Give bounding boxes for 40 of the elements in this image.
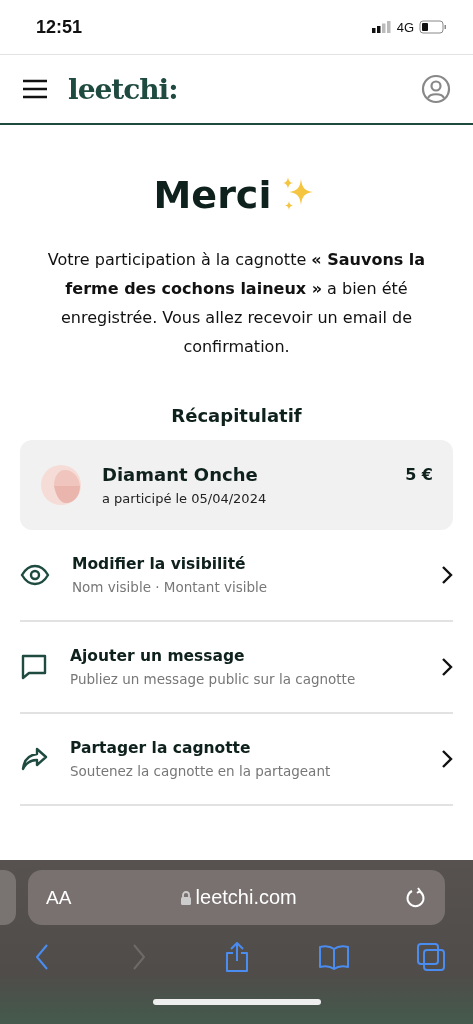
action-subtitle: Soutenez la cagnotte en la partageant: [70, 763, 332, 779]
chevron-icon: [441, 565, 453, 585]
page-title: Merci: [153, 173, 272, 217]
speech-bubble-icon: [20, 653, 48, 681]
contribution-amount: 5 €: [405, 465, 433, 484]
eye-icon: [20, 564, 50, 586]
book-icon: [317, 944, 350, 970]
previous-tab-edge[interactable]: [0, 870, 16, 925]
text-size-button[interactable]: AA: [46, 886, 72, 909]
leetchi-logo[interactable]: leetchi:: [68, 72, 401, 106]
url-text: leetchi.com: [195, 886, 297, 909]
account-icon[interactable]: [421, 74, 451, 104]
status-time: 12:51: [36, 16, 83, 38]
network-label: 4G: [396, 19, 414, 35]
address-bar[interactable]: AA leetchi.com: [28, 870, 445, 925]
share-icon: [223, 941, 250, 973]
action-subtitle: Publiez un message public sur la cagnotte: [70, 671, 357, 687]
confirmation-message: Votre participation à la cagnotte « Sauvons la ferme des cochons laineux » a bien été enregistrée. Vous allez recevoir un email de confirmation.: [46, 249, 427, 358]
signal-icon: [371, 21, 392, 33]
contributor-name: Diamant Onche: [102, 464, 259, 485]
reload-icon[interactable]: [405, 886, 427, 909]
action-title: Ajouter un message: [70, 647, 246, 665]
back-chevron-icon: [34, 943, 50, 971]
chevron-icon: [441, 749, 453, 769]
tabs-icon: [416, 942, 446, 972]
battery-icon: [419, 20, 447, 34]
summary-heading: Récapitulatif: [170, 405, 303, 426]
menu-icon[interactable]: [22, 79, 48, 99]
action-row[interactable]: Partager la cagnotte Soutenez la cagnotte en la partageant: [20, 714, 453, 806]
action-subtitle: Nom visible · Montant visible: [72, 579, 269, 595]
action-title: Partager la cagnotte: [70, 739, 252, 757]
action-title: Modifier la visibilité: [72, 555, 247, 573]
forward-chevron-icon: [131, 943, 148, 971]
share-arrow-icon: [20, 746, 48, 772]
chevron-icon: [441, 657, 453, 677]
action-row[interactable]: Modifier la visibilité Nom visible · Montant visible: [20, 530, 453, 622]
contribution-date: a participé le 05/04/2024: [102, 491, 268, 506]
action-row[interactable]: Ajouter un message Publiez un message public sur la cagnotte: [20, 622, 453, 714]
avatar-icon: [40, 464, 82, 506]
lock-icon: [179, 889, 192, 906]
